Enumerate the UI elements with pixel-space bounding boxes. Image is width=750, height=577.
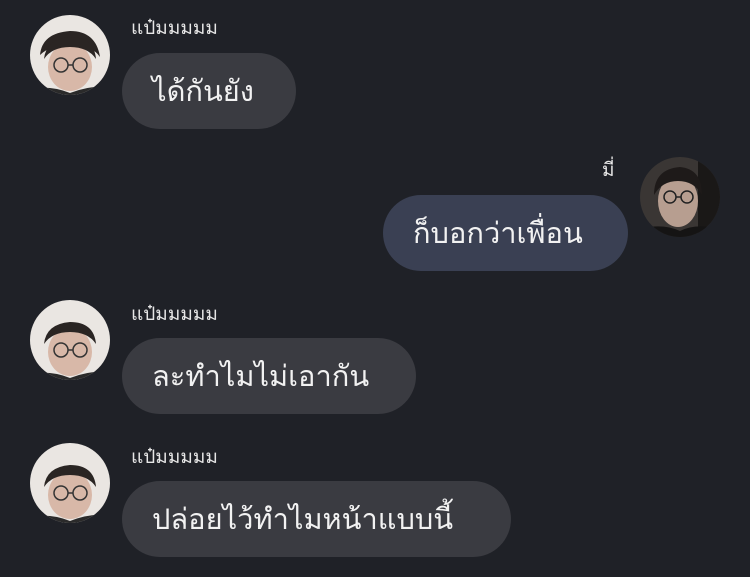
avatar-sender-a[interactable] [30, 300, 110, 380]
sender-name: แป๋มมมมม [131, 17, 218, 39]
avatar-sender-a[interactable] [30, 443, 110, 523]
message-bubble[interactable]: ละทำไมไม่เอากัน [122, 338, 416, 414]
message-bubble[interactable]: ก็บอกว่าเพื่อน [383, 195, 628, 271]
avatar-sender-b[interactable] [640, 157, 720, 237]
person-photo-icon [30, 300, 110, 380]
person-photo-icon [30, 443, 110, 523]
sender-name: มี่ [602, 159, 615, 181]
sender-name: แป๋มมมมม [131, 303, 218, 325]
person-photo-icon [30, 15, 110, 95]
message-bubble[interactable]: ได้กันยัง [122, 53, 296, 129]
person-photo-icon [640, 157, 720, 237]
message-bubble[interactable]: ปล่อยไว้ทำไมหน้าแบบนี้ [122, 481, 511, 557]
sender-name: แป๋มมมมม [131, 446, 218, 468]
avatar-sender-a[interactable] [30, 15, 110, 95]
